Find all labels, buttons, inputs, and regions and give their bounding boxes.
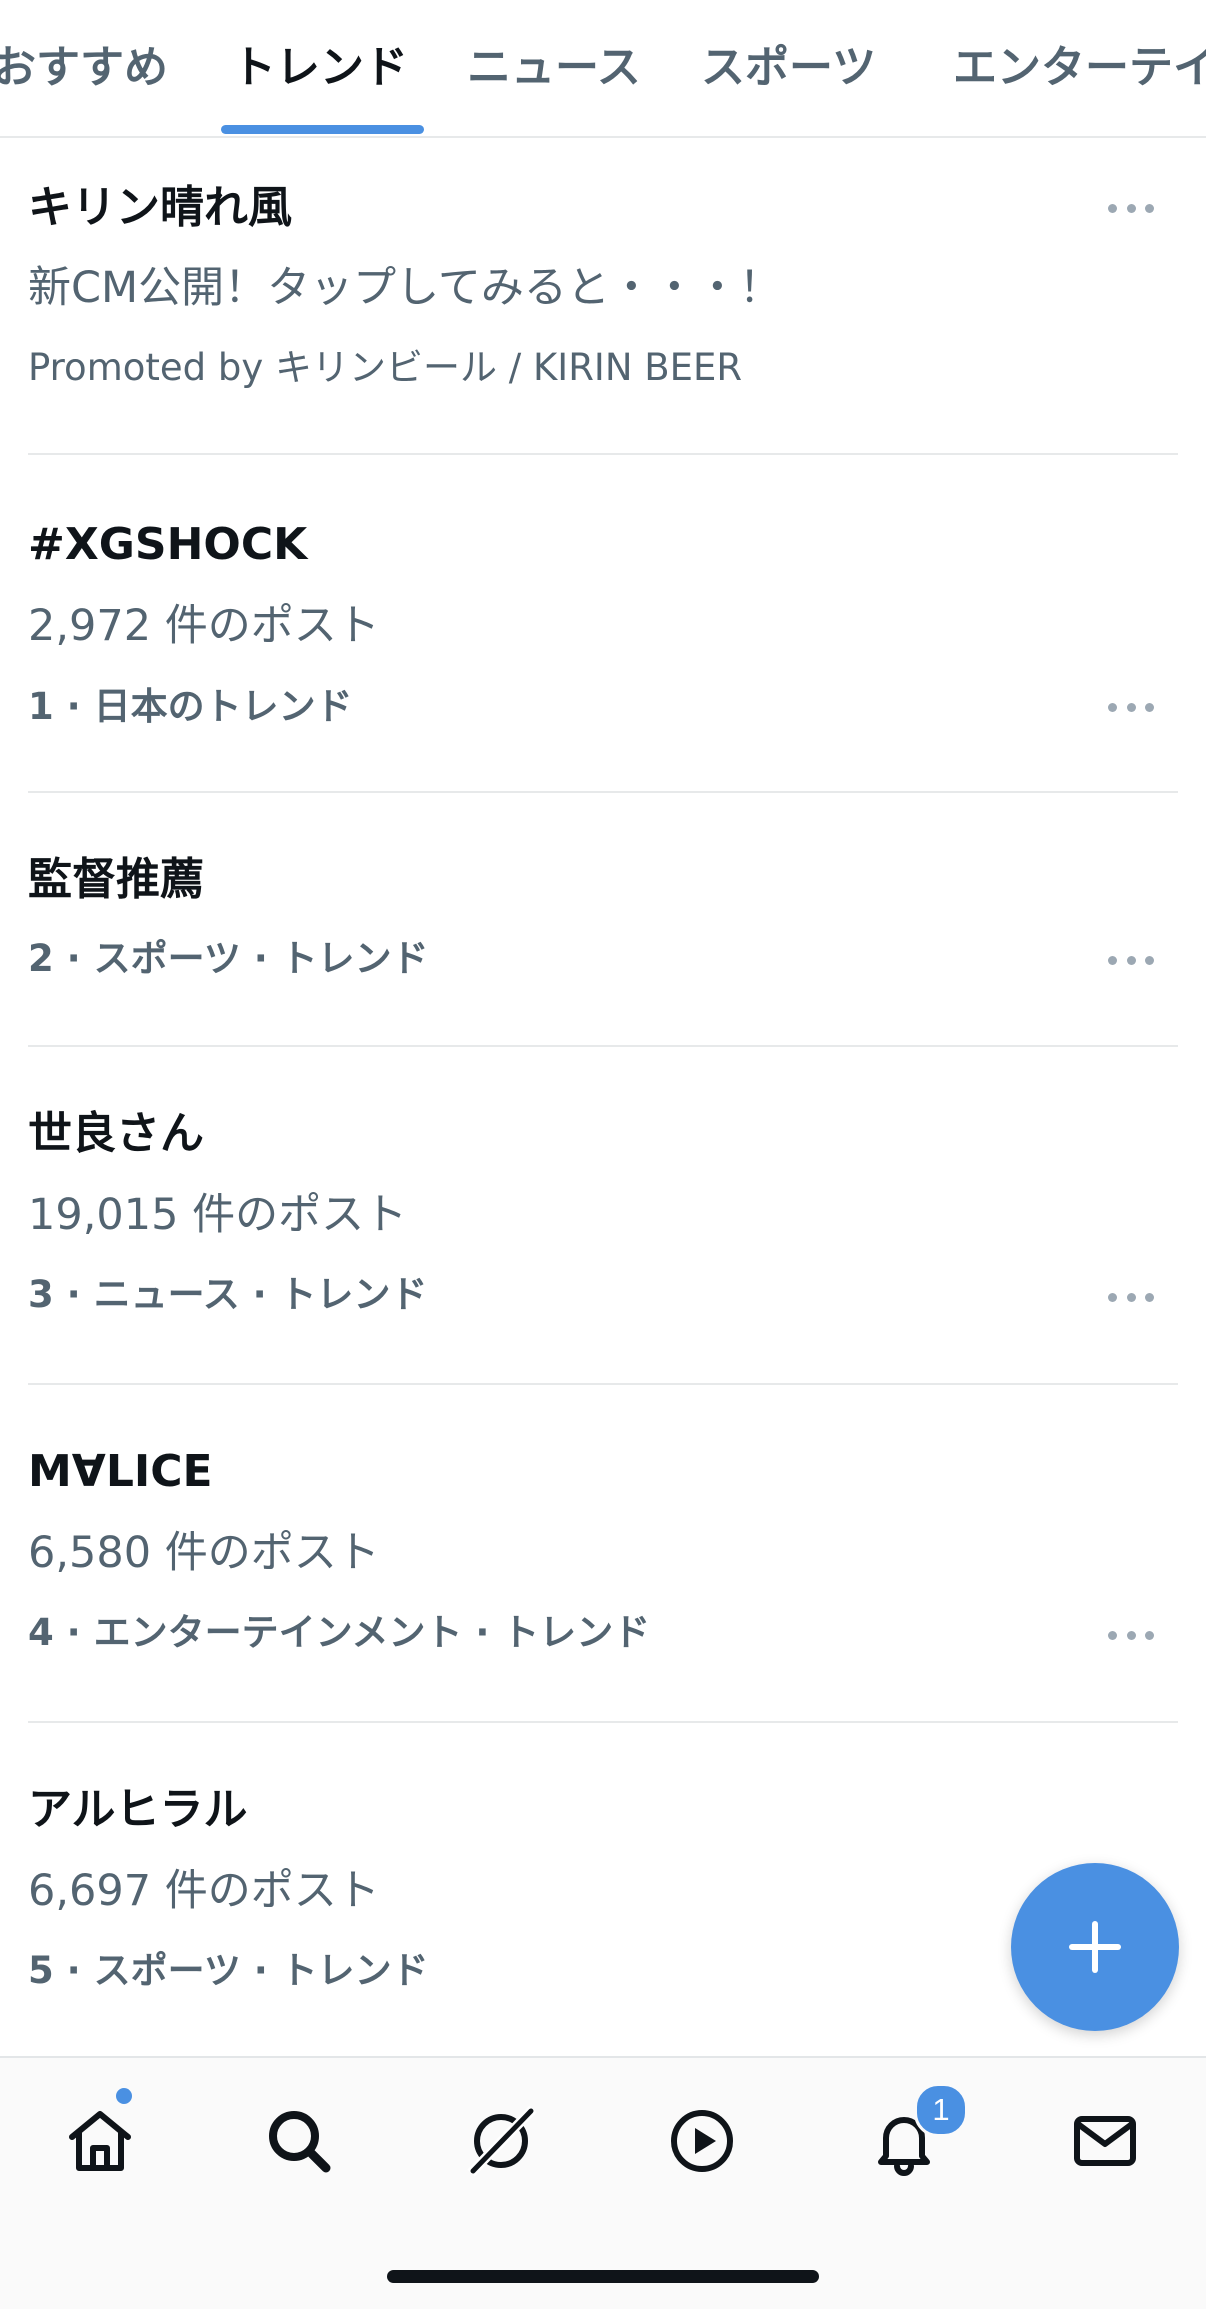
trend-title: アルヒラル	[28, 1784, 248, 1835]
trend-post-count: 19,015 件のポスト	[28, 1190, 408, 1240]
trend-item[interactable]: M∀LICE 6,580 件のポスト 4 · エンターテインメント · トレンド	[0, 1385, 1206, 1721]
trend-title: M∀LICE	[28, 1446, 213, 1497]
trend-title: #XGSHOCK	[28, 519, 308, 570]
nav-home-button[interactable]	[55, 2096, 145, 2186]
promoted-description: 新CM公開！タップしてみると・・・！	[28, 263, 782, 313]
trend-post-count: 2,972 件のポスト	[28, 601, 380, 651]
trend-title: 監督推薦	[28, 854, 204, 905]
tab-entertainment[interactable]: エンターテイ	[953, 38, 1206, 98]
home-indicator	[387, 2270, 819, 2283]
trend-item[interactable]: アルヒラル 6,697 件のポスト 5 · スポーツ · トレンド	[0, 1723, 1206, 2056]
promoted-by-label: Promoted by キリンビール / KIRIN BEER	[28, 346, 743, 389]
trend-context: 4 · エンターテインメント · トレンド	[28, 1611, 651, 1654]
more-icon[interactable]	[1108, 697, 1154, 717]
search-icon	[269, 2111, 331, 2173]
trend-title: キリン晴れ風	[28, 182, 292, 233]
more-icon[interactable]	[1108, 1625, 1154, 1645]
tab-recommended[interactable]: おすすめ	[0, 38, 168, 98]
home-unread-dot	[116, 2088, 132, 2104]
trend-context: 2 · スポーツ · トレンド	[28, 937, 429, 980]
trend-context: 3 · ニュース · トレンド	[28, 1273, 428, 1316]
compose-post-button[interactable]	[1011, 1863, 1179, 2031]
promoted-trend[interactable]: キリン晴れ風 新CM公開！タップしてみると・・・！ Promoted by キリ…	[0, 136, 1206, 454]
nav-grok-button[interactable]	[456, 2096, 546, 2186]
more-icon[interactable]	[1108, 198, 1154, 218]
explore-tabs: おすすめ トレンド ニュース スポーツ エンターテイ	[0, 0, 1206, 138]
tab-trending[interactable]: トレンド	[232, 38, 408, 98]
more-icon[interactable]	[1108, 1287, 1154, 1307]
notification-count-badge: 1	[914, 2083, 968, 2137]
grok-icon	[467, 2105, 537, 2177]
trend-post-count: 6,580 件のポスト	[28, 1528, 380, 1578]
trend-item[interactable]: #XGSHOCK 2,972 件のポスト 1 · 日本のトレンド	[0, 455, 1206, 791]
trend-post-count: 6,697 件のポスト	[28, 1866, 380, 1916]
trend-item[interactable]: 監督推薦 2 · スポーツ · トレンド	[0, 793, 1206, 1045]
trend-title: 世良さん	[28, 1108, 204, 1159]
video-icon	[671, 2110, 733, 2172]
active-tab-indicator	[221, 125, 424, 134]
nav-messages-button[interactable]	[1060, 2096, 1150, 2186]
more-icon[interactable]	[1108, 950, 1154, 970]
nav-search-button[interactable]	[254, 2096, 344, 2186]
trend-context: 5 · スポーツ · トレンド	[28, 1949, 429, 1992]
trend-context: 1 · 日本のトレンド	[28, 685, 353, 728]
trend-item[interactable]: 世良さん 19,015 件のポスト 3 · ニュース · トレンド	[0, 1047, 1206, 1383]
plus-icon	[1069, 1921, 1121, 1973]
home-icon	[69, 2111, 131, 2171]
tab-news[interactable]: ニュース	[467, 38, 641, 98]
mail-icon	[1074, 2116, 1136, 2166]
nav-video-button[interactable]	[657, 2096, 747, 2186]
tab-sports[interactable]: スポーツ	[701, 38, 876, 98]
